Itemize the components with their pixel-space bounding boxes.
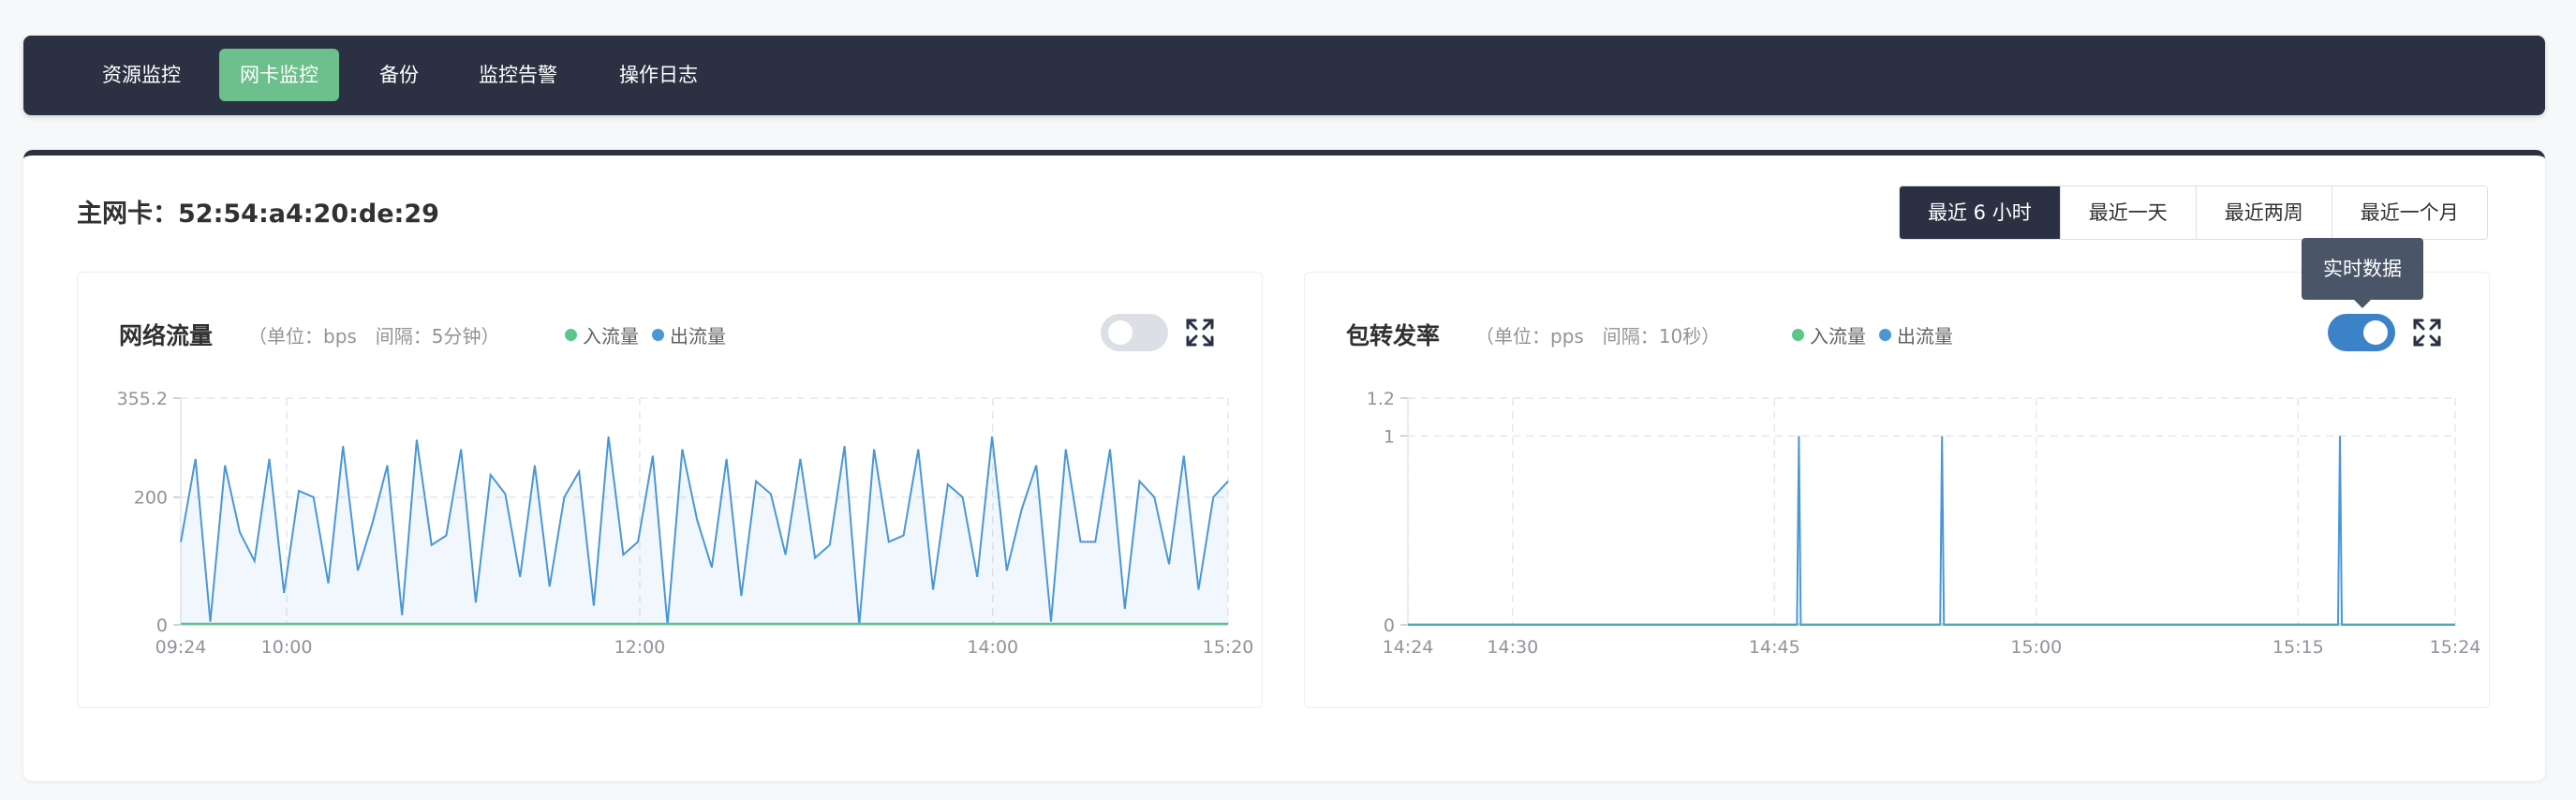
nav-item-backup[interactable]: 备份	[359, 49, 439, 101]
x-tick-label: 14:00	[967, 637, 1018, 658]
x-tick-label: 14:24	[1383, 637, 1434, 658]
x-tick-label: 10:00	[261, 637, 313, 658]
range-6-hours-button[interactable]: 最近 6 小时	[1900, 186, 2060, 239]
x-tick-label: 15:20	[1203, 637, 1254, 658]
nav-item-monitor-alert[interactable]: 监控告警	[458, 49, 578, 101]
y-tick-label: 1.2	[1367, 389, 1395, 409]
traffic-chart-panel: 网络流量 （单位：bps 间隔：5分钟） 入流量 出流量 0 200 355.2 09…	[77, 272, 1263, 708]
y-tick-label: 0	[1384, 615, 1395, 636]
x-tick-label: 14:45	[1749, 637, 1800, 658]
tooltip-arrow	[2354, 300, 2371, 308]
time-range-selector: 最近 6 小时 最近一天 最近两周 最近一个月	[1899, 185, 2488, 240]
top-navigation: 资源监控 网卡监控 备份 监控告警 操作日志	[23, 36, 2545, 115]
x-tick-label: 09:24	[155, 637, 207, 658]
range-1-day-button[interactable]: 最近一天	[2059, 186, 2196, 239]
y-tick-label: 200	[134, 488, 168, 509]
nav-item-operation-log[interactable]: 操作日志	[599, 49, 718, 101]
traffic-plot-area: 0 200 355.2 09:24 10:00 12:00 14:00 15:20	[117, 389, 1254, 658]
traffic-chart-svg: 0 200 355.2 09:24 10:00 12:00 14:00 15:20	[117, 389, 1254, 658]
x-tick-label: 15:00	[2010, 637, 2062, 658]
x-tick-label: 14:30	[1487, 637, 1538, 658]
nav-item-resource-monitor[interactable]: 资源监控	[81, 49, 201, 101]
realtime-tooltip: 实时数据	[2302, 238, 2423, 300]
range-2-weeks-button[interactable]: 最近两周	[2195, 186, 2332, 239]
y-tick-label: 0	[156, 615, 168, 636]
y-tick-label: 355.2	[117, 389, 168, 409]
y-tick-label: 1	[1384, 426, 1395, 447]
packet-plot-area: 0 1 1.2 14:24 14:30 14:45 15:00 15:15 15:24	[1367, 389, 2481, 658]
range-1-month-button[interactable]: 最近一个月	[2331, 186, 2487, 239]
nic-monitor-card: 主网卡：52:54:a4:20:de:29 最近 6 小时 最近一天 最近两周 …	[23, 150, 2545, 781]
packet-chart-svg: 0 1 1.2 14:24 14:30 14:45 15:00 15:15 15:24	[1367, 389, 2481, 658]
nic-title: 主网卡：52:54:a4:20:de:29	[77, 200, 439, 229]
x-tick-label: 15:15	[2273, 637, 2324, 658]
x-tick-label: 12:00	[614, 637, 666, 658]
nav-item-nic-monitor[interactable]: 网卡监控	[219, 49, 339, 101]
x-tick-label: 15:24	[2430, 637, 2481, 658]
packet-chart-panel: 包转发率 （单位：pps 间隔：10秒） 入流量 出流量 0 1 1.2 14:24 1…	[1304, 272, 2490, 708]
series-out-area	[181, 437, 1228, 625]
